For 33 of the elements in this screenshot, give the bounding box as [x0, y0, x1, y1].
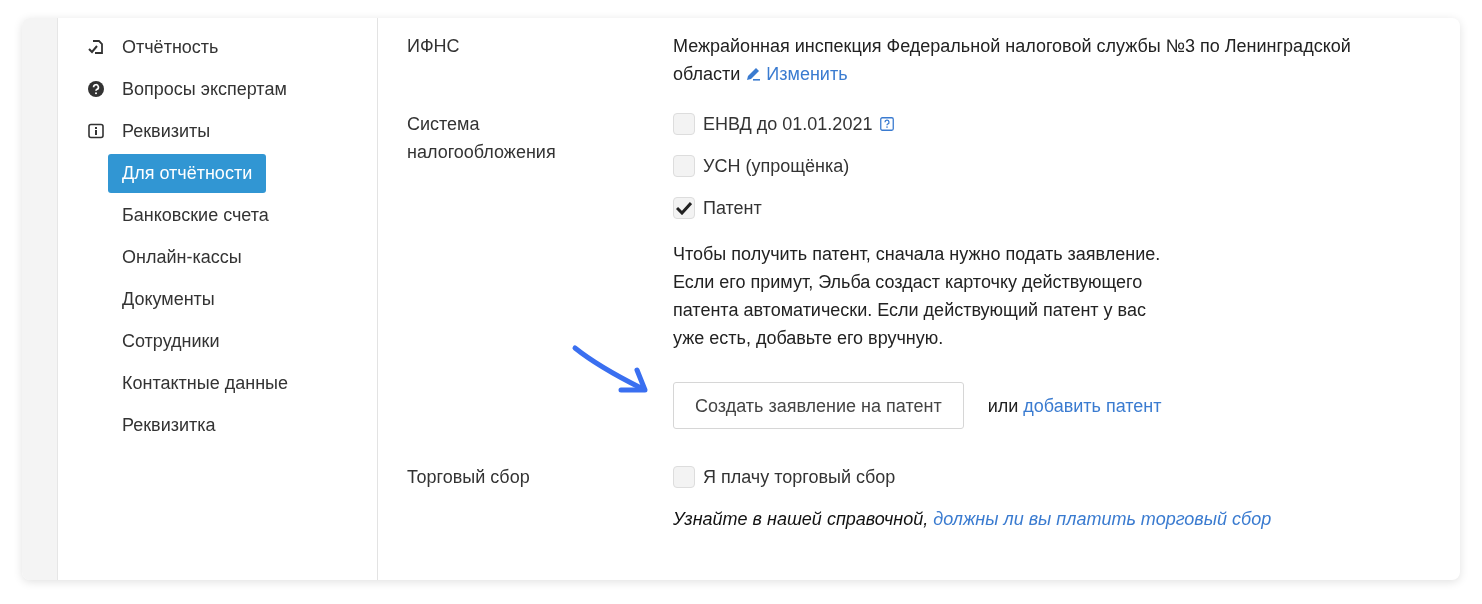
info-icon [88, 123, 104, 139]
checkbox-label: УСН (упрощёнка) [703, 155, 850, 178]
field-label: ИФНС [407, 35, 461, 58]
sidebar-item[interactable]: Реквизиты [122, 120, 211, 142]
report-check-icon [88, 39, 104, 55]
checkbox-label: ЕНВД до 01.01.2021 [703, 113, 873, 136]
edit-link[interactable]: Изменить [745, 64, 848, 84]
sidebar-item[interactable]: Банковские счета [108, 195, 283, 235]
sidebar-item[interactable]: Вопросы экспертам [122, 78, 287, 100]
sidebar-item[interactable]: Документы [108, 279, 229, 319]
checkbox-label: Патент [703, 197, 762, 220]
help-icon [88, 81, 104, 97]
field-value: Межрайонная инспекция Федеральной налоговой службы №3 по Ленинградской области Изменить [673, 35, 1352, 86]
or-text: или [987, 395, 1019, 416]
sidebar-item[interactable]: Реквизитка [108, 405, 230, 445]
hint-text: Узнайте в нашей справочной, должны ли вы платить торговый сбор [673, 508, 1273, 531]
checkbox[interactable] [673, 197, 695, 219]
field-label: Торговый сбор [407, 466, 531, 489]
sidebar-item[interactable]: Сотрудники [108, 321, 234, 361]
help-link[interactable]: должны ли вы платить торговый сбор [933, 509, 1272, 529]
checkbox[interactable] [673, 113, 695, 135]
checkbox[interactable] [673, 155, 695, 177]
pencil-icon [745, 66, 762, 82]
add-patent-link[interactable]: добавить патент [1023, 395, 1162, 416]
sidebar-item[interactable]: Отчётность [122, 36, 219, 58]
sidebar-item[interactable]: Контактные данные [108, 363, 303, 403]
create-application-button[interactable]: Создать заявление на патент [673, 382, 964, 429]
patent-note: Чтобы получить патент, сначала нужно подать заявление. Если его примут, Эльба создаст карточку действующего патента автоматически. Если действующий патент у вас уже есть, добавьте его вручную. [673, 243, 1162, 350]
checkbox[interactable] [673, 466, 695, 488]
sidebar-item[interactable]: Онлайн-кассы [108, 237, 256, 277]
help-icon[interactable] [880, 117, 895, 131]
checkbox-label: Я плачу торговый сбор [703, 466, 896, 489]
field-label: Система налогообложения [407, 113, 557, 164]
